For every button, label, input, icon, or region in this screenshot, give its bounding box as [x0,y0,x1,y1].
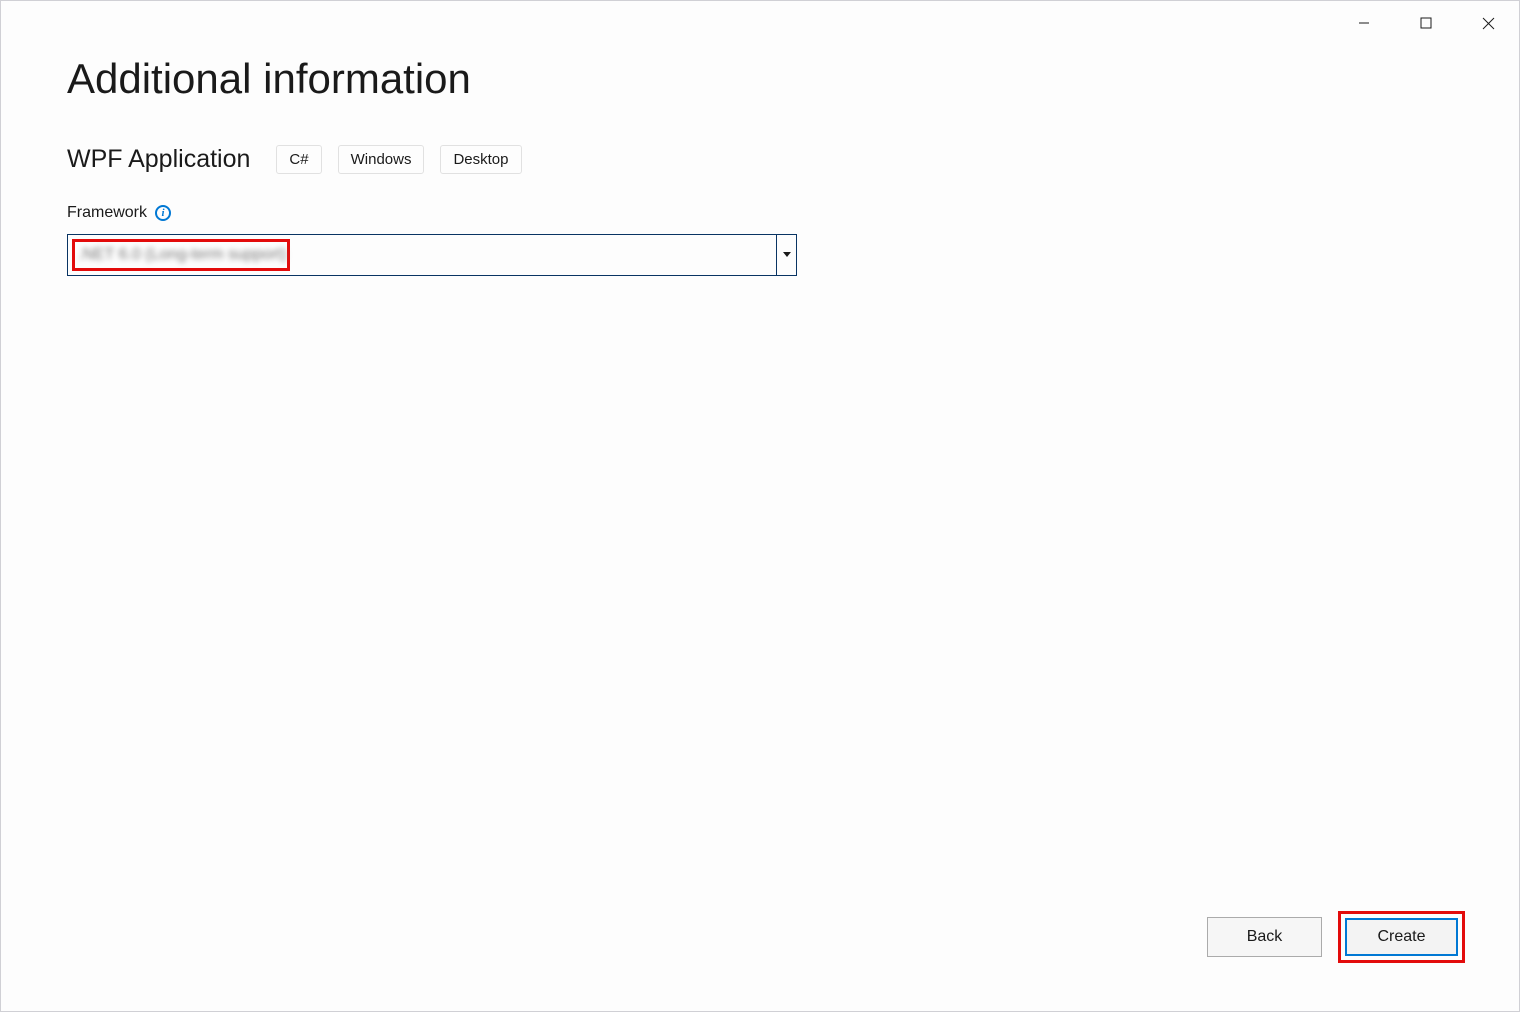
titlebar [1333,1,1519,45]
framework-dropdown[interactable]: .NET 6.0 (Long-term support) [67,234,797,276]
tag-category: Desktop [440,145,521,174]
framework-selected-value: .NET 6.0 (Long-term support) [78,246,287,264]
minimize-button[interactable] [1333,1,1395,45]
chevron-down-icon [783,252,791,258]
annotation-highlight-create: Create [1338,911,1465,963]
back-button[interactable]: Back [1207,917,1322,957]
close-button[interactable] [1457,1,1519,45]
create-button-label: Create [1377,928,1425,946]
back-button-label: Back [1247,928,1283,946]
maximize-icon [1420,17,1432,29]
dropdown-arrow-button[interactable] [776,235,796,275]
maximize-button[interactable] [1395,1,1457,45]
subtitle-row: WPF Application C# Windows Desktop [67,145,1453,174]
dropdown-value-wrap: .NET 6.0 (Long-term support) [68,235,776,275]
create-button[interactable]: Create [1345,918,1458,956]
close-icon [1482,17,1495,30]
dialog-window: Additional information WPF Application C… [0,0,1520,1012]
page-title: Additional information [67,55,1453,103]
minimize-icon [1358,17,1370,29]
project-type-label: WPF Application [67,145,250,174]
info-icon[interactable]: i [155,205,171,221]
tag-language: C# [276,145,321,174]
footer-buttons: Back Create [1207,911,1465,963]
framework-label-row: Framework i [67,204,1453,222]
framework-label: Framework [67,204,147,222]
tag-platform: Windows [338,145,425,174]
content-area: Additional information WPF Application C… [67,55,1453,921]
